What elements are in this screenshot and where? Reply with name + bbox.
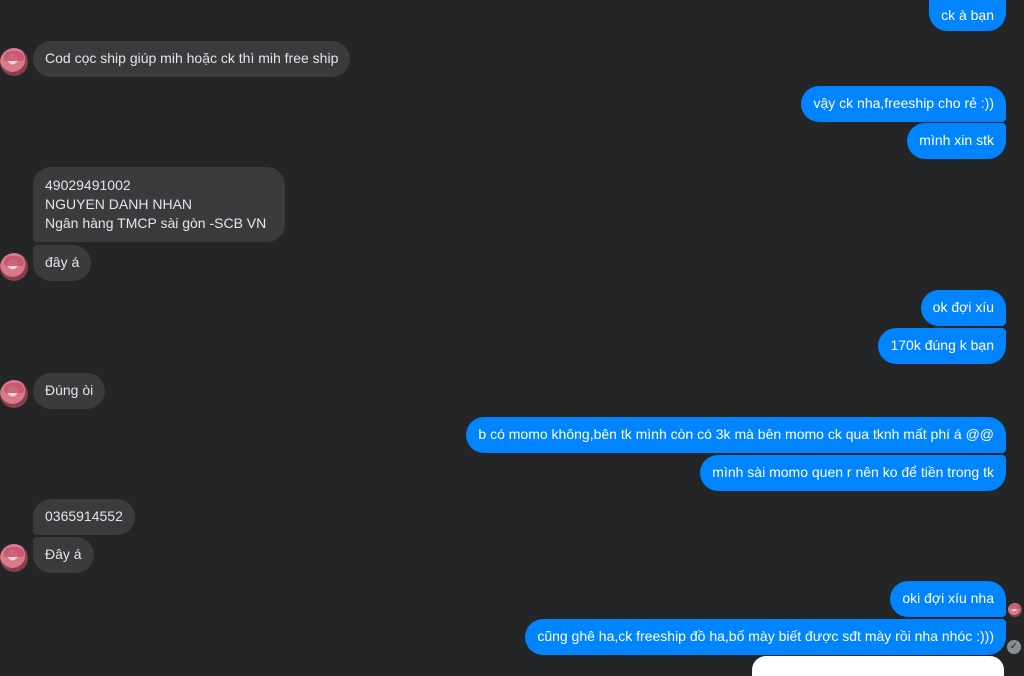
message-text: cũng ghê ha,ck freeship đồ ha,bố mày biế… [537,628,994,644]
message-incoming[interactable]: 0365914552 [33,499,135,535]
message-text: Đúng òi [45,382,94,398]
message-text: 170k đúng k bạn [890,337,994,353]
message-text: mình xin stk [919,132,994,148]
message-text: ck à bạn [941,7,994,23]
contact-avatar[interactable] [0,48,28,76]
message-line: Ngân hàng TMCP sài gòn -SCB VN [45,215,267,231]
message-text: oki đợi xíu nha [902,590,994,606]
message-text: 0365914552 [45,508,123,524]
message-outgoing[interactable]: oki đợi xíu nha [890,581,1006,617]
message-outgoing[interactable]: cũng ghê ha,ck freeship đồ ha,bố mày biế… [525,619,1006,655]
message-text: Cod cọc ship giúp mih hoặc ck thì mih fr… [45,50,339,66]
message-line: 49029491002 [45,177,131,193]
message-incoming[interactable]: 49029491002 NGUYEN DANH NHAN Ngân hàng T… [33,167,285,242]
message-text: mình sài momo quen r nên ko để tiền tron… [712,464,994,480]
message-text: đây á [45,254,80,270]
composer-area[interactable] [752,656,1004,676]
message-incoming[interactable]: Đúng òi [33,373,106,409]
message-text: b có momo không,bên tk mình còn có 3k mà… [478,426,994,442]
message-outgoing[interactable]: mình xin stk [907,123,1006,159]
seen-avatar [1008,603,1022,617]
message-incoming[interactable]: đây á [33,245,92,281]
message-incoming[interactable]: Cod cọc ship giúp mih hoặc ck thì mih fr… [33,41,351,77]
message-outgoing[interactable]: b có momo không,bên tk mình còn có 3k mà… [466,417,1006,453]
message-text: vậy ck nha,freeship cho rẻ :)) [813,95,994,111]
message-outgoing[interactable]: 170k đúng k bạn [878,328,1006,364]
check-circle-icon: ✓ [1007,640,1021,654]
message-text: ok đợi xíu [932,299,994,315]
message-text: Đây á [45,546,82,562]
contact-avatar[interactable] [0,253,28,281]
contact-avatar[interactable] [0,544,28,572]
message-line: NGUYEN DANH NHAN [45,196,193,212]
message-outgoing[interactable]: vậy ck nha,freeship cho rẻ :)) [801,86,1006,122]
message-outgoing[interactable]: mình sài momo quen r nên ko để tiền tron… [700,455,1006,491]
message-outgoing[interactable]: ck à bạn [929,0,1006,31]
contact-avatar[interactable] [0,380,28,408]
message-incoming[interactable]: Đây á [33,537,94,573]
message-outgoing[interactable]: ok đợi xíu [920,290,1006,326]
